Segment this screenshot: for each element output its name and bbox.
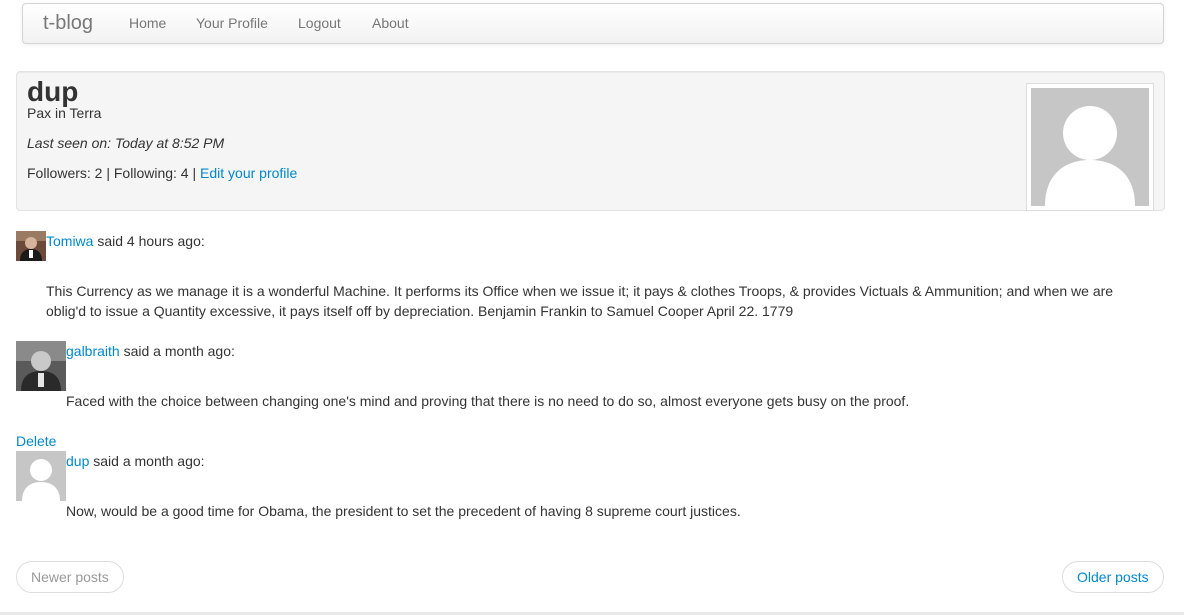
post-author-link[interactable]: galbraith: [66, 343, 120, 359]
older-posts-button[interactable]: Older posts: [1062, 561, 1164, 593]
default-user-icon: [1031, 88, 1149, 206]
post-body: Faced with the choice between changing o…: [66, 393, 910, 409]
post-header: galbraith said a month ago:: [66, 343, 235, 359]
profile-last-seen: Last seen on: Today at 8:52 PM: [27, 135, 225, 151]
delete-post-link[interactable]: Delete: [16, 433, 56, 449]
nav-about[interactable]: About: [372, 15, 409, 31]
post-avatar-tomiwa[interactable]: [16, 231, 46, 261]
post-body: This Currency as we manage it is a wonde…: [46, 283, 1114, 319]
post-author-link[interactable]: dup: [66, 453, 89, 469]
profile-about: Pax in Terra: [27, 105, 102, 121]
newer-posts-button[interactable]: Newer posts: [16, 561, 124, 593]
post-author-link[interactable]: Tomiwa: [46, 233, 93, 249]
nav-home[interactable]: Home: [129, 15, 166, 31]
follow-counts: Followers: 2 | Following: 4 |: [27, 165, 197, 181]
profile-follow-stats: Followers: 2 | Following: 4 | Edit your …: [27, 165, 297, 181]
post-body: Now, would be a good time for Obama, the…: [66, 503, 741, 519]
profile-username: dup: [27, 76, 79, 107]
post-header: dup said a month ago:: [66, 453, 205, 469]
profile-avatar: [1026, 83, 1154, 211]
post-avatar-galbraith[interactable]: [16, 341, 66, 391]
navbar: t-blog Home Your Profile Logout About: [22, 3, 1164, 44]
profile-header: dup Pax in Terra Last seen on: Today at …: [16, 71, 1165, 211]
nav-logout[interactable]: Logout: [298, 15, 341, 31]
post-meta: said a month ago:: [123, 343, 235, 359]
nav-your-profile[interactable]: Your Profile: [196, 15, 268, 31]
post-header: Tomiwa said 4 hours ago:: [46, 233, 205, 249]
edit-profile-link[interactable]: Edit your profile: [200, 165, 297, 181]
post-meta: said a month ago:: [93, 453, 205, 469]
brand-link[interactable]: t-blog: [43, 12, 93, 35]
post-meta: said 4 hours ago:: [97, 233, 205, 249]
post-avatar-dup[interactable]: [16, 451, 66, 501]
